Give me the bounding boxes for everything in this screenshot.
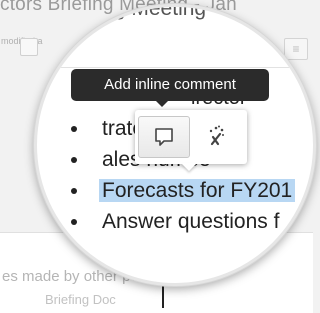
selected-text[interactable]: Forecasts for FY201 (99, 179, 296, 202)
list-item-text: Answer questions f (102, 210, 280, 233)
magnifier-lens: ctors Briefing Meeting - Jan modified a … (34, 4, 316, 286)
bullet-icon (71, 126, 77, 132)
magic-wand-button[interactable] (195, 116, 239, 156)
page-title-magnified: ctors Briefing Meeting - Jan (37, 4, 259, 20)
add-inline-comment-tooltip: Add inline comment (71, 69, 269, 107)
list-item[interactable]: Answer questions f (65, 206, 295, 237)
bullet-icon (71, 157, 77, 163)
magic-wand-icon (209, 125, 224, 146)
bullet-icon (71, 219, 77, 225)
toolbar-button-background[interactable] (20, 38, 38, 56)
add-inline-comment-button[interactable] (138, 116, 190, 158)
bullet-icon (71, 188, 77, 194)
list-item-selected[interactable]: Forecasts for FY201 (65, 175, 296, 206)
speech-bubble-icon (155, 128, 173, 146)
toolbar-divider (37, 67, 313, 68)
menu-icon[interactable]: ≡ (280, 43, 288, 59)
inline-toolbar (135, 110, 247, 164)
toolbar-button[interactable] (41, 42, 63, 62)
